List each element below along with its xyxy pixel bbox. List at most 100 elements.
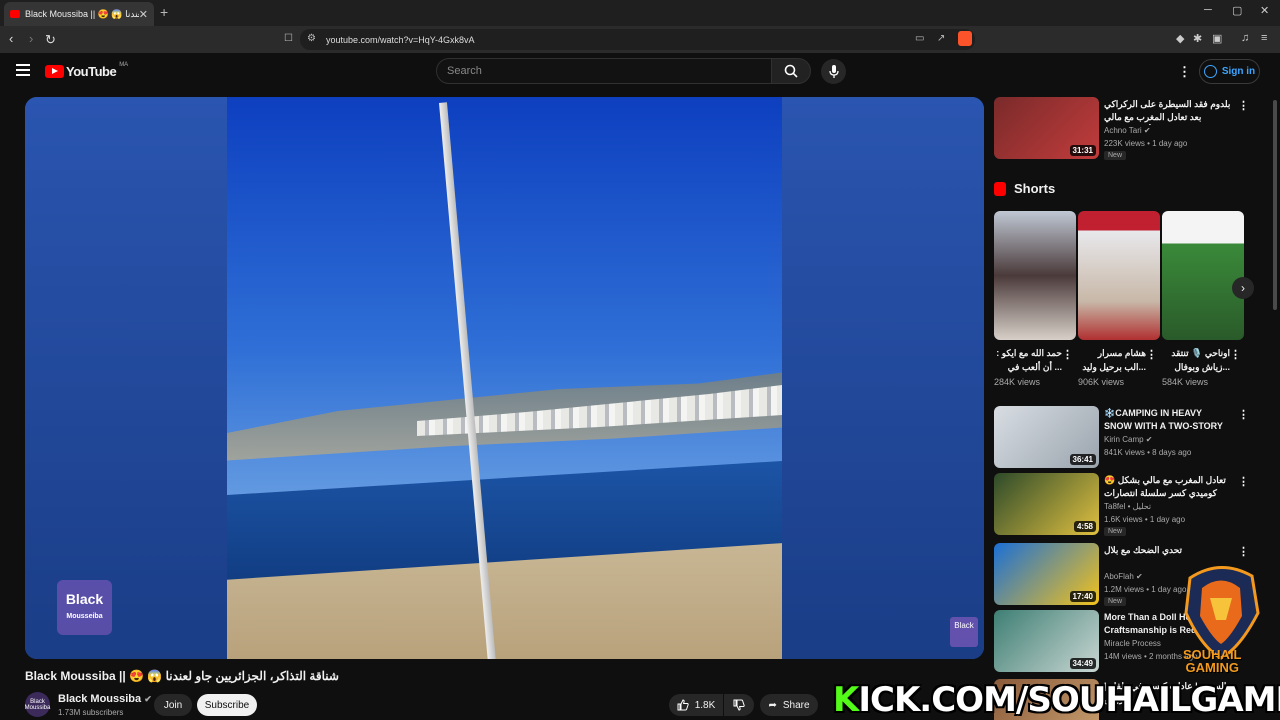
hamburger-menu-icon[interactable] <box>16 64 30 79</box>
media-icon[interactable]: ♫ <box>1241 32 1249 44</box>
shorts-heading: Shorts <box>994 181 1055 196</box>
reload-icon[interactable]: ↻ <box>45 32 56 48</box>
sign-in-label: Sign in <box>1221 66 1256 77</box>
share-button[interactable]: ➦ Share <box>760 694 818 716</box>
video-thumbnail[interactable]: 31:31 <box>994 97 1099 159</box>
short-thumbnail[interactable] <box>1078 211 1160 340</box>
video-thumbnail[interactable]: 4:58 <box>994 473 1099 535</box>
video-frame <box>227 97 782 659</box>
video-duration: 31:31 <box>1069 145 1096 156</box>
video-thumbnail[interactable]: 34:49 <box>994 610 1099 672</box>
new-badge: New <box>1104 151 1127 160</box>
search-input[interactable]: Search <box>436 58 772 84</box>
share-label: Share <box>782 699 810 711</box>
new-tab-button[interactable]: + <box>160 4 168 20</box>
url-text: youtube.com/watch?v=HqY-4Gxk8vA <box>326 34 475 45</box>
settings-dots-icon[interactable]: ⋮ <box>1178 64 1191 80</box>
recommended-video[interactable]: 4:58 😍 تعادل المغرب مع مالي بشكل كوميدي … <box>994 473 1274 537</box>
forward-icon[interactable]: › <box>29 31 33 46</box>
recommended-video[interactable]: 31:31 بلدوم فقد السيطرة على الركراكي بعد… <box>994 97 1274 161</box>
more-actions-icon[interactable]: ⋮ <box>1238 475 1249 488</box>
browser-tab[interactable]: Black Moussiba || 😍 😱 لعندنا ✕ <box>4 2 154 26</box>
sign-in-button[interactable]: Sign in <box>1199 59 1260 84</box>
video-player[interactable]: Black Mousseiba Black <box>25 97 984 659</box>
channel-name[interactable]: Achno Tari ✔ <box>1104 126 1151 135</box>
channel-name[interactable]: Miracle Process <box>1104 639 1161 648</box>
video-title[interactable]: تحدي الضحك مع بلال <box>1104 544 1232 557</box>
subscribe-button[interactable]: Subscribe <box>197 694 257 716</box>
video-duration: 34:49 <box>1069 658 1096 669</box>
tab-close-icon[interactable]: ✕ <box>139 8 148 21</box>
thumbs-down-icon <box>733 699 745 711</box>
video-meta: 1.6K views • 1 day ago <box>1104 515 1186 524</box>
leo-icon[interactable]: ◆ <box>1176 32 1184 45</box>
extensions-icon[interactable]: ✱ <box>1193 32 1202 45</box>
youtube-header: YouTube MA Search ⋮ Sign in <box>0 53 1280 91</box>
channel-name[interactable]: Kirin Camp ✔ <box>1104 435 1153 444</box>
channel-name[interactable]: AboFlah ✔ <box>1104 572 1143 581</box>
short-views: 906K views <box>1078 377 1125 387</box>
channel-name[interactable]: Black Moussiba ✔ <box>58 693 152 705</box>
new-badge: New <box>1104 597 1127 606</box>
share-page-icon[interactable]: ↗ <box>937 33 945 44</box>
corner-watermark[interactable]: Black <box>950 617 978 647</box>
search-icon <box>784 64 798 78</box>
new-badge: New <box>1104 527 1127 536</box>
souhail-gaming-text: SOUHAIL GAMING <box>1183 647 1242 675</box>
short-more-icon[interactable]: ⋮ <box>1062 348 1073 361</box>
cast-icon[interactable]: ▭ <box>915 33 924 44</box>
browser-menu-icon[interactable]: ≡ <box>1261 32 1267 44</box>
logo-text: YouTube <box>66 64 117 79</box>
channel-watermark: Black Mousseiba <box>57 580 112 635</box>
maximize-button[interactable]: ▢ <box>1232 4 1242 17</box>
address-bar[interactable]: youtube.com/watch?v=HqY-4Gxk8vA <box>300 29 975 50</box>
short-thumbnail[interactable] <box>1162 211 1244 340</box>
youtube-logo[interactable]: YouTube MA <box>45 61 129 79</box>
short-title[interactable]: هشام مسرار ...الب برحيل وليد <box>1078 346 1146 374</box>
channel-name[interactable]: Ta8fel • تحليل <box>1104 502 1151 511</box>
more-actions-icon[interactable]: ⋮ <box>1238 99 1249 112</box>
video-title[interactable]: ❄️CAMPING IN HEAVY SNOW WITH A TWO-STORY… <box>1104 407 1232 434</box>
mic-icon <box>828 64 839 78</box>
minimize-button[interactable]: ─ <box>1204 4 1212 16</box>
video-meta: 223K views • 1 day ago <box>1104 139 1188 148</box>
voice-search-button[interactable] <box>821 59 846 84</box>
bookmark-icon[interactable]: ☐ <box>284 33 293 44</box>
window-close-button[interactable]: ✕ <box>1260 4 1269 17</box>
short-more-icon[interactable]: ⋮ <box>1230 348 1241 361</box>
more-actions-icon[interactable]: ⋮ <box>1238 545 1249 558</box>
video-duration: 36:41 <box>1069 454 1096 465</box>
video-duration: 4:58 <box>1073 521 1096 532</box>
channel-avatar[interactable]: Black Moussiba <box>25 692 50 717</box>
site-info-icon[interactable]: ⚙ <box>307 33 316 44</box>
video-thumbnail[interactable]: 36:41 <box>994 406 1099 468</box>
country-code: MA <box>119 61 129 68</box>
kick-overlay-text: KICK.COM/SOUHAILGAMING <box>833 680 1280 720</box>
subscriber-count: 1.73M subscribers <box>58 708 124 717</box>
shorts-next-button[interactable]: › <box>1232 277 1254 299</box>
more-actions-icon[interactable]: ⋮ <box>1238 408 1249 421</box>
back-icon[interactable]: ‹ <box>9 31 13 46</box>
wallet-icon[interactable]: ▣ <box>1212 32 1222 45</box>
brave-shield-icon[interactable] <box>958 31 972 46</box>
dislike-button[interactable] <box>724 694 754 716</box>
like-count: 1.8K <box>694 699 716 711</box>
short-title[interactable]: اوناحي 🎙️ تنتقد ...زياش وبوفال في <box>1162 346 1230 374</box>
short-thumbnail[interactable] <box>994 211 1076 340</box>
short-title[interactable]: حمد الله مع ايكو : ... أن ألعب في <box>994 346 1062 374</box>
verified-icon: ✔ <box>144 694 152 704</box>
video-title[interactable]: 😍 تعادل المغرب مع مالي بشكل كوميدي كسر س… <box>1104 474 1232 501</box>
search-button[interactable] <box>771 58 811 84</box>
short-more-icon[interactable]: ⋮ <box>1146 348 1157 361</box>
player-blur-left <box>25 97 227 659</box>
like-button[interactable]: 1.8K <box>669 694 723 716</box>
video-title[interactable]: بلدوم فقد السيطرة على الركراكي بعد تعادل… <box>1104 98 1232 125</box>
video-thumbnail[interactable]: 17:40 <box>994 543 1099 605</box>
video-duration: 17:40 <box>1069 591 1096 602</box>
recommended-video[interactable]: 36:41 ❄️CAMPING IN HEAVY SNOW WITH A TWO… <box>994 406 1274 470</box>
youtube-play-icon <box>45 65 64 78</box>
sidebar-scrollbar[interactable] <box>1273 100 1277 310</box>
player-blur-right <box>782 97 984 659</box>
browser-toolbar: ‹ › ↻ ☐ youtube.com/watch?v=HqY-4Gxk8vA … <box>0 26 1280 53</box>
join-button[interactable]: Join <box>154 694 192 716</box>
